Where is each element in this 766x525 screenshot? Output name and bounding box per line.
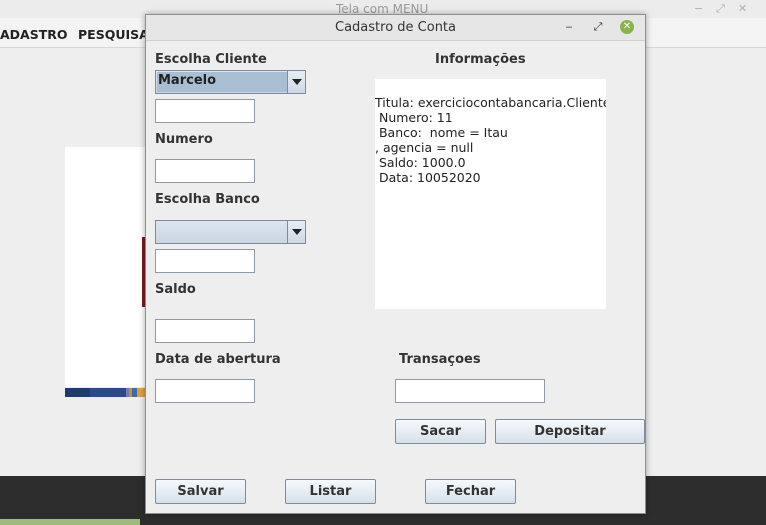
cliente-extra-field[interactable] (155, 99, 255, 123)
menu-cadastro[interactable]: ADASTRO (0, 27, 68, 42)
depositar-button[interactable]: Depositar (495, 419, 645, 444)
label-escolha-cliente: Escolha Cliente (155, 52, 267, 67)
minimize-icon[interactable]: − (694, 2, 703, 15)
close-icon[interactable]: ✕ (620, 20, 634, 34)
dialog-titlebar[interactable]: Cadastro de Conta ‒ ⤢ ✕ (146, 15, 645, 41)
chevron-down-icon (292, 79, 302, 85)
chevron-down-icon (292, 229, 302, 235)
numero-field[interactable] (155, 159, 255, 183)
informacoes-textarea[interactable]: Titula: exerciciocontabancaria.Cliente N… (375, 79, 606, 309)
maximize-icon[interactable]: ⤢ (716, 2, 725, 16)
sacar-button[interactable]: Sacar (395, 419, 486, 444)
label-saldo: Saldo (155, 282, 196, 297)
stripe-segment (137, 388, 145, 397)
cliente-combobox-value: Marcelo (158, 73, 217, 88)
combobox-arrow-button[interactable] (287, 71, 305, 93)
maximize-icon[interactable]: ⤢ (590, 19, 606, 35)
transacao-valor-field[interactable] (395, 379, 545, 403)
listar-button[interactable]: Listar (285, 479, 376, 504)
label-transacoes: Transaçoes (399, 352, 481, 367)
label-data-abertura: Data de abertura (155, 352, 281, 367)
background-panel (65, 147, 145, 387)
salvar-button[interactable]: Salvar (155, 479, 246, 504)
saldo-field[interactable] (155, 319, 255, 343)
cadastro-conta-dialog: Cadastro de Conta ‒ ⤢ ✕ Escolha Cliente … (145, 14, 646, 514)
label-informacoes: Informações (435, 52, 526, 67)
close-icon[interactable]: ✕ (738, 2, 747, 15)
taskbar-accent (0, 519, 140, 525)
cliente-combobox[interactable]: Marcelo (155, 70, 306, 94)
data-abertura-field[interactable] (155, 379, 255, 403)
combobox-arrow-button[interactable] (287, 221, 305, 243)
label-numero: Numero (155, 132, 213, 147)
minimize-icon[interactable]: ‒ (561, 19, 577, 35)
stripe-segment (90, 388, 126, 397)
banco-combobox[interactable] (155, 220, 306, 244)
menu-pesquisa[interactable]: PESQUISA (78, 27, 149, 42)
banco-extra-field[interactable] (155, 249, 255, 273)
stripe-segment (65, 388, 90, 397)
background-color-stripe (65, 388, 145, 397)
fechar-button[interactable]: Fechar (425, 479, 516, 504)
label-escolha-banco: Escolha Banco (155, 192, 260, 207)
